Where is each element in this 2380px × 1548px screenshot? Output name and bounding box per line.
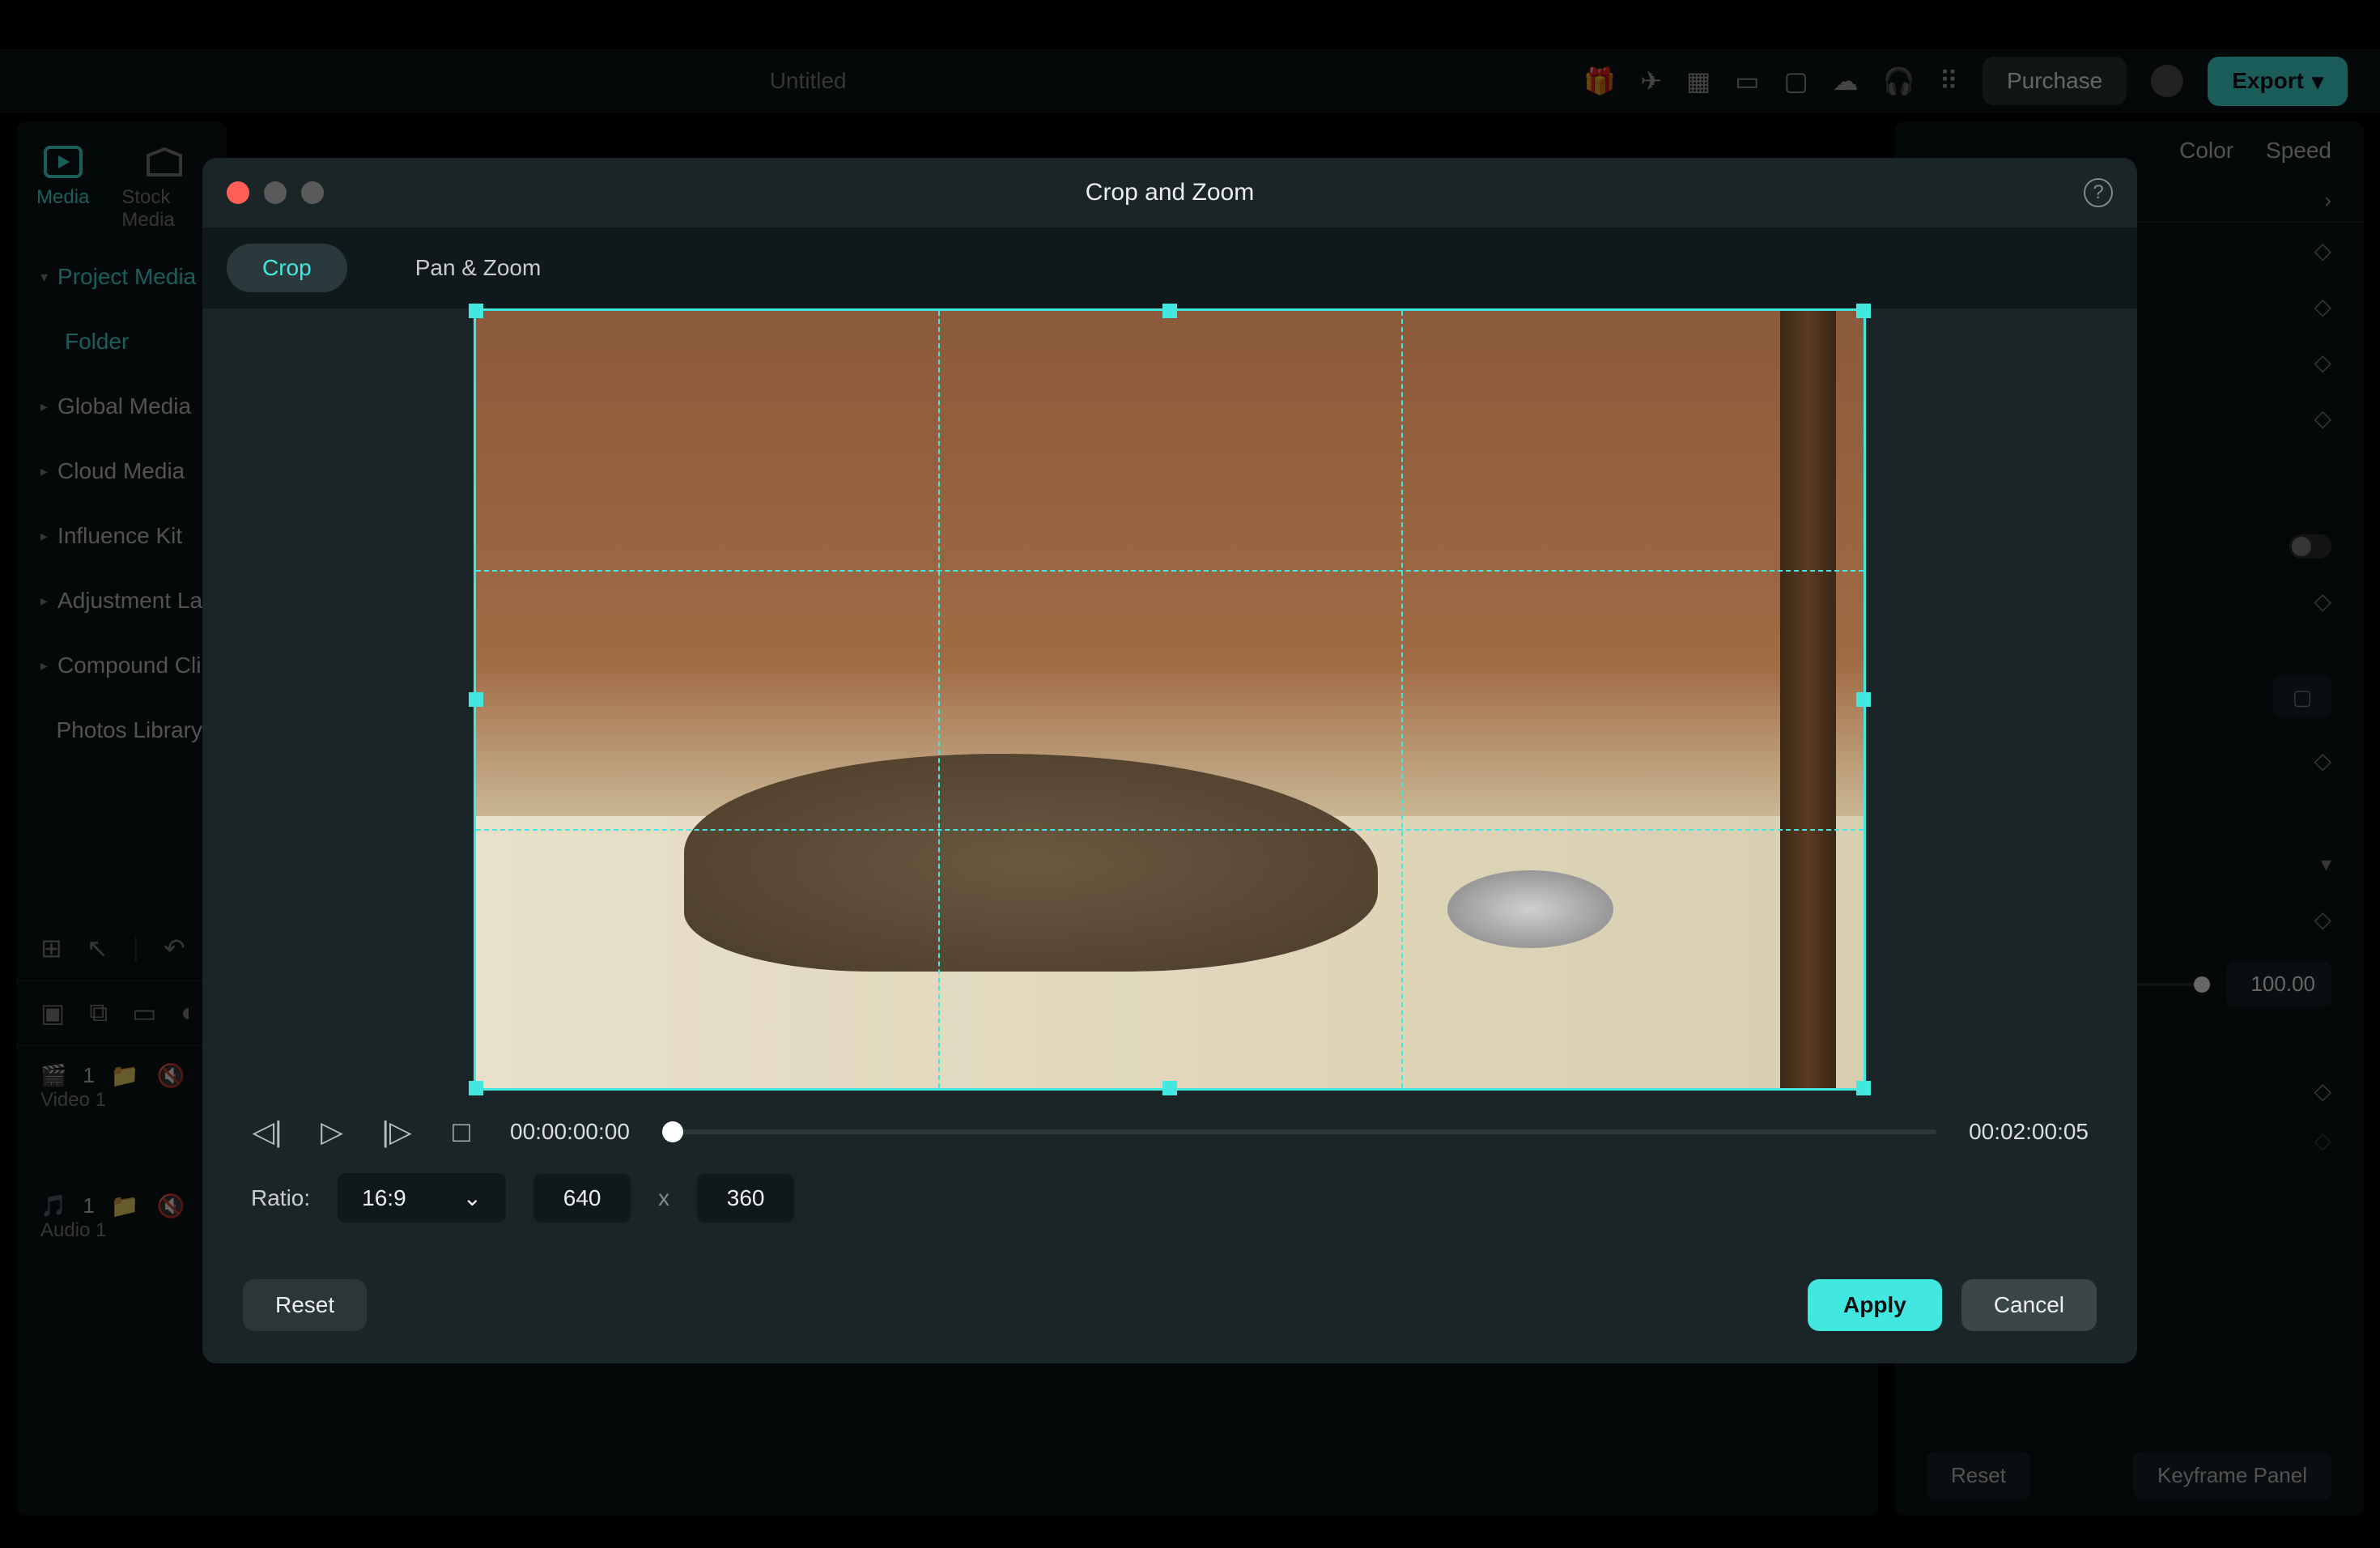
modal-title: Crop and Zoom: [202, 179, 2137, 206]
height-input[interactable]: 360: [697, 1174, 794, 1223]
crop-handle-se[interactable]: [1856, 1081, 1871, 1095]
tab-crop[interactable]: Crop: [227, 244, 347, 292]
prev-frame-button[interactable]: ◁|: [251, 1115, 283, 1149]
dimension-separator: x: [658, 1185, 669, 1211]
width-input[interactable]: 640: [533, 1174, 631, 1223]
next-frame-button[interactable]: |▷: [380, 1115, 413, 1149]
crop-handle-s[interactable]: [1162, 1081, 1177, 1095]
ratio-label: Ratio:: [251, 1185, 310, 1211]
play-button[interactable]: ▷: [316, 1115, 348, 1149]
tab-pan-zoom[interactable]: Pan & Zoom: [380, 244, 577, 292]
ratio-select[interactable]: 16:9 ⌄: [338, 1173, 506, 1223]
help-icon[interactable]: ?: [2084, 178, 2113, 207]
reset-button[interactable]: Reset: [243, 1279, 367, 1331]
stop-button[interactable]: □: [445, 1115, 478, 1149]
time-scrubber[interactable]: [662, 1129, 1936, 1134]
crop-frame[interactable]: [474, 308, 1866, 1091]
crop-handle-sw[interactable]: [469, 1081, 483, 1095]
apply-button[interactable]: Apply: [1808, 1279, 1942, 1331]
cancel-button[interactable]: Cancel: [1961, 1279, 2097, 1331]
crop-handle-ne[interactable]: [1856, 304, 1871, 318]
total-time: 00:02:00:05: [1969, 1119, 2089, 1145]
crop-handle-n[interactable]: [1162, 304, 1177, 318]
current-time: 00:00:00:00: [510, 1119, 630, 1145]
crop-zoom-modal: Crop and Zoom ? Crop Pan & Zoom ◁: [202, 158, 2137, 1363]
video-preview: [476, 311, 1864, 1088]
crop-handle-w[interactable]: [469, 692, 483, 707]
crop-handle-nw[interactable]: [469, 304, 483, 318]
chevron-down-icon: ⌄: [463, 1184, 482, 1211]
crop-handle-e[interactable]: [1856, 692, 1871, 707]
